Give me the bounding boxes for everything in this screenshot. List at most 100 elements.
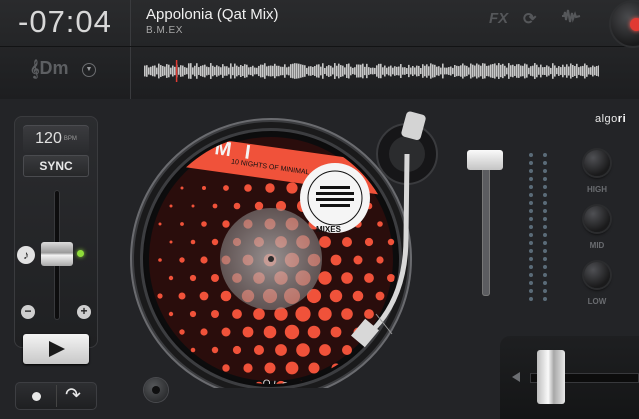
waveform-bar [324, 67, 326, 75]
waveform-bar [386, 67, 388, 75]
waveform-bar [568, 66, 570, 76]
artwork-dot [199, 291, 209, 301]
artwork-dot [190, 239, 196, 245]
waveform-bar [424, 65, 426, 77]
crossfader-left-arrow-icon[interactable] [512, 372, 520, 382]
artwork-dot [284, 324, 300, 340]
level-meter-segment [543, 169, 547, 173]
waveform-bar [350, 66, 352, 76]
track-title[interactable]: Appolonia (Qat Mix) [146, 6, 279, 23]
level-meter-segment [529, 281, 533, 285]
waveform-bar [334, 63, 336, 79]
pitch-minus-button[interactable]: − [21, 305, 35, 319]
waveform-bar [288, 66, 290, 76]
artwork-dot [254, 345, 264, 355]
waveform-bar [598, 65, 599, 77]
eq-mid-knob[interactable] [584, 206, 610, 232]
waveform-bar [332, 67, 334, 75]
artwork-dot [168, 311, 174, 317]
keylock-button[interactable]: ♪ [17, 246, 35, 264]
key-dropdown-icon[interactable]: ▼ [82, 63, 96, 77]
artwork-dot [275, 344, 287, 356]
redo-icon[interactable]: ↷ [65, 384, 81, 407]
waveform-bar [342, 65, 344, 77]
waveform-bar [418, 65, 420, 77]
waveform-bar [384, 65, 386, 77]
sync-button[interactable]: SYNC [23, 155, 89, 177]
waveform-bar [442, 63, 444, 79]
waveform-bar [296, 63, 298, 79]
pitch-plus-button[interactable]: + [77, 305, 91, 319]
artwork-dot [342, 345, 352, 355]
waveform-bar [510, 65, 512, 77]
artwork-dot [244, 184, 252, 192]
waveform-bar [266, 66, 268, 76]
artwork-dot [375, 291, 385, 301]
eq-low-knob[interactable] [584, 262, 610, 288]
waveform-bar [234, 63, 236, 79]
level-meter-segment [529, 185, 533, 189]
record-button[interactable] [611, 2, 639, 46]
waveform-bar [162, 65, 164, 77]
waveform-bar [556, 67, 558, 75]
waveform-bar [544, 66, 546, 76]
eq-high-knob[interactable] [584, 150, 610, 176]
level-meter-segment [529, 177, 533, 181]
eq-high-label: HIGH [587, 185, 607, 194]
level-meter-segment [543, 249, 547, 253]
transport-extra-buttons: ↷ [15, 382, 97, 410]
waveform-overview[interactable] [144, 58, 599, 84]
sampler-wave-icon[interactable] [561, 8, 581, 28]
waveform-bar [380, 63, 382, 79]
waveform-bar [594, 66, 596, 76]
waveform-bar [170, 67, 172, 75]
volume-fader-track[interactable] [482, 160, 490, 296]
waveform-bar [232, 66, 234, 76]
cue-button[interactable] [144, 378, 168, 402]
bpm-display[interactable]: 120 BPM [23, 125, 89, 153]
waveform-bar [226, 66, 228, 76]
waveform-bar [420, 67, 422, 75]
waveform-bar [460, 65, 462, 77]
waveform-bar [404, 67, 406, 75]
waveform-bar [152, 65, 154, 77]
level-meter-segment [529, 233, 533, 237]
waveform-bar [294, 63, 296, 79]
play-button[interactable] [23, 334, 89, 364]
volume-fader-handle[interactable] [467, 150, 503, 170]
waveform-bar [378, 63, 380, 79]
artwork-dot [158, 222, 162, 226]
cue-point-button[interactable] [32, 392, 41, 401]
waveform-bar [450, 66, 452, 76]
waveform-bar [558, 66, 560, 76]
fx-button[interactable]: FX [489, 10, 508, 27]
waveform-bar [248, 67, 250, 75]
level-meter-segment [529, 257, 533, 261]
waveform-bar [314, 66, 316, 76]
artwork-dot [286, 182, 298, 194]
artwork-dot [243, 363, 253, 373]
key-display[interactable]: 𝄞Dm [30, 58, 68, 79]
waveform-bar [340, 65, 342, 77]
artwork-dot [411, 348, 416, 353]
artwork-dot [189, 274, 197, 282]
artwork-dot [179, 257, 185, 263]
key-value: Dm [39, 58, 69, 78]
waveform-bar [520, 65, 522, 77]
loop-icon[interactable]: ⟳ [523, 9, 536, 29]
crossfader-handle[interactable] [537, 350, 565, 404]
level-meter-segment [529, 217, 533, 221]
waveform-bar [196, 63, 198, 79]
waveform-bar [292, 63, 294, 79]
waveform-bar [252, 65, 254, 77]
level-meter-segment [543, 257, 547, 261]
artwork-dot [353, 255, 363, 265]
turntable[interactable]: 10 NIGHTS OF MINIMAL M I O L O MIXES [130, 108, 510, 388]
pitch-slider-handle[interactable] [41, 242, 73, 266]
header-row-divider [0, 46, 639, 47]
waveform-bar [434, 64, 436, 78]
artwork-dot [399, 329, 404, 334]
waveform-bar [222, 64, 224, 78]
waveform-bar [470, 63, 472, 79]
waveform-bar [448, 67, 450, 75]
